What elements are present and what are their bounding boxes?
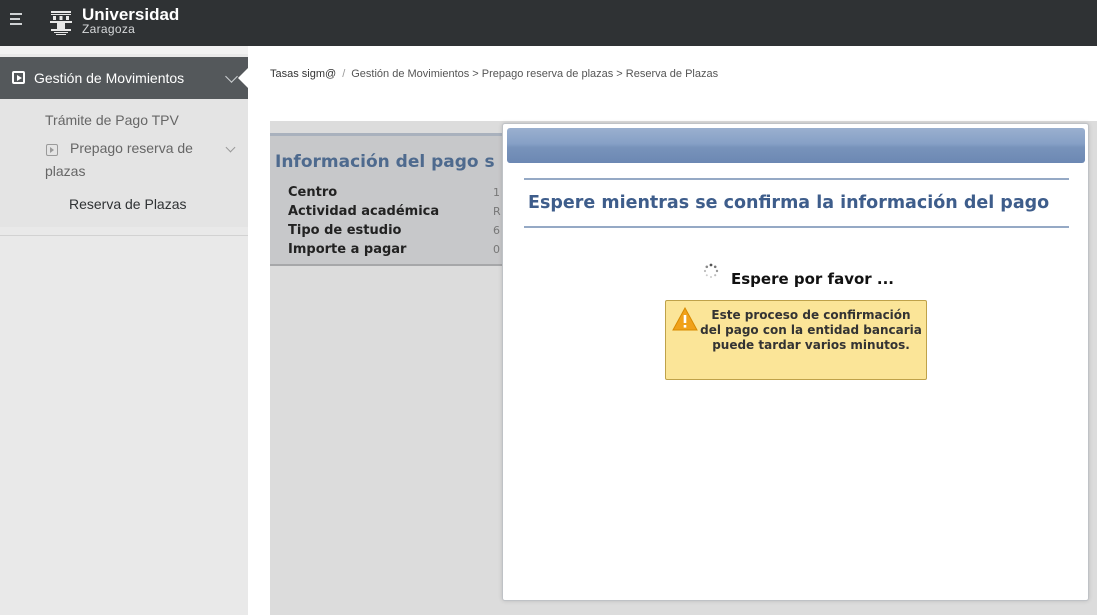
- university-logo-icon: [50, 11, 72, 35]
- sidebar-item-prepago-reserva-line2[interactable]: plazas: [45, 163, 85, 179]
- modal-title: Espere mientras se confirma la informaci…: [528, 193, 1050, 213]
- sidebar: Gestión de Movimientos Trámite de Pago T…: [0, 46, 248, 615]
- breadcrumb-root[interactable]: Tasas sigm@: [270, 68, 336, 80]
- info-label-tipo-estudio: Tipo de estudio: [288, 223, 402, 238]
- loading-spinner-icon: [703, 263, 719, 278]
- active-notch: [238, 68, 248, 88]
- info-label-centro: Centro: [288, 185, 338, 200]
- chevron-down-icon: [225, 70, 238, 83]
- hamburger-menu-icon[interactable]: [10, 13, 24, 27]
- info-value-tipo-estudio: 6: [493, 224, 500, 237]
- modal-header-bar: [507, 128, 1085, 163]
- info-label-actividad: Actividad académica: [288, 204, 440, 219]
- sidebar-submenu: Trámite de Pago TPV Prepago reserva de p…: [0, 99, 248, 227]
- sidebar-item-prepago-reserva[interactable]: Prepago reserva de: [70, 140, 193, 156]
- info-value-importe: 0: [493, 243, 500, 256]
- sidebar-divider: [0, 235, 248, 236]
- modal-title-bar: Espere mientras se confirma la informaci…: [524, 178, 1069, 228]
- play-square-icon: [46, 144, 58, 156]
- warning-message: Este proceso de confirmación del pago co…: [700, 308, 922, 352]
- info-value-actividad: R: [493, 205, 501, 218]
- play-square-icon: [12, 71, 25, 84]
- sidebar-item-gestion-movimientos[interactable]: Gestión de Movimientos: [0, 57, 248, 99]
- warning-box: Este proceso de confirmación del pago co…: [665, 300, 927, 380]
- warning-icon: [672, 307, 698, 331]
- payment-info-panel: Información del pago s Centro Actividad …: [270, 133, 520, 266]
- sidebar-section-label: Gestión de Movimientos: [34, 70, 185, 86]
- sidebar-item-reserva-plazas[interactable]: Reserva de Plazas: [69, 196, 187, 212]
- chevron-down-icon: [225, 142, 236, 153]
- breadcrumb-path: Gestión de Movimientos > Prepago reserva…: [351, 68, 719, 80]
- sidebar-item-tramite-pago-tpv[interactable]: Trámite de Pago TPV: [45, 112, 179, 128]
- confirmation-modal: Espere mientras se confirma la informaci…: [502, 123, 1089, 601]
- info-label-importe: Importe a pagar: [288, 242, 407, 257]
- payment-info-title: Información del pago s: [275, 152, 495, 172]
- wait-message: Espere por favor ...: [731, 270, 894, 288]
- breadcrumb: Tasas sigm@ / Gestión de Movimientos > Pre…: [270, 68, 719, 80]
- logo-subtitle: Zaragoza: [82, 22, 136, 36]
- top-bar: Universidad Zaragoza: [0, 0, 1097, 46]
- info-value-centro: 1: [493, 186, 500, 199]
